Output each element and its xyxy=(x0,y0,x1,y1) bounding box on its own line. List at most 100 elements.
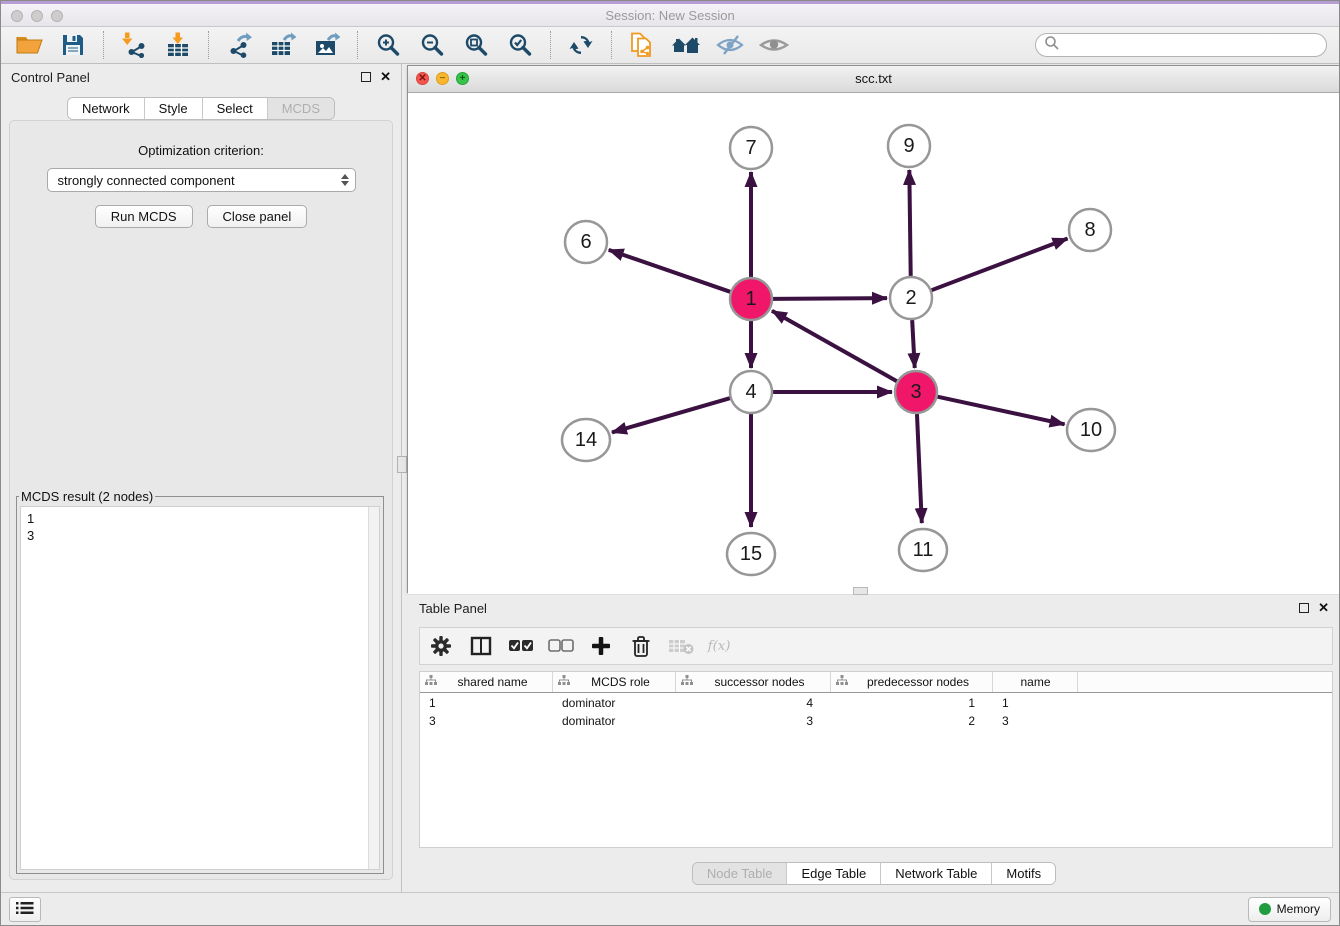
tab-group: Node TableEdge TableNetwork TableMotifs xyxy=(692,862,1056,885)
tree-icon xyxy=(681,675,693,689)
tab-motifs[interactable]: Motifs xyxy=(992,863,1055,884)
graph-node-label-10: 10 xyxy=(1080,419,1102,441)
table-panel-title: Table Panel xyxy=(419,601,1291,616)
column-label: successor nodes xyxy=(693,675,830,689)
float-panel-icon[interactable] xyxy=(361,72,371,82)
export-network-icon[interactable] xyxy=(223,30,255,60)
graph-edge-1-6[interactable] xyxy=(609,250,731,292)
table-panel-header: Table Panel ✕ xyxy=(407,595,1340,621)
window-title: Session: New Session xyxy=(1,8,1339,23)
criterion-dropdown[interactable]: strongly connected component xyxy=(47,168,356,192)
run-mcds-button[interactable]: Run MCDS xyxy=(95,205,193,228)
graph-edge-2-9[interactable] xyxy=(909,170,910,276)
import-table-icon[interactable] xyxy=(162,30,194,60)
tab-edge-table[interactable]: Edge Table xyxy=(787,863,881,884)
graph-node-label-15: 15 xyxy=(740,543,762,565)
status-bar: Memory xyxy=(1,892,1339,925)
tab-network-table[interactable]: Network Table xyxy=(881,863,992,884)
table-row[interactable]: 1dominator411 xyxy=(420,695,1332,711)
open-file-icon[interactable] xyxy=(13,30,45,60)
tab-node-table[interactable]: Node Table xyxy=(693,863,788,884)
save-session-icon[interactable] xyxy=(57,30,89,60)
graph-node-label-9: 9 xyxy=(903,135,914,157)
zoom-fit-icon[interactable] xyxy=(460,30,492,60)
close-table-panel-icon[interactable]: ✕ xyxy=(1318,603,1329,613)
column-view-icon[interactable] xyxy=(466,631,496,661)
mcds-result-area[interactable]: 1 3 xyxy=(20,506,380,870)
network-window-title: scc.txt xyxy=(408,71,1339,86)
graph-edge-3-11[interactable] xyxy=(917,414,922,523)
column-header-shared-name[interactable]: shared name xyxy=(420,672,553,692)
tab-group: NetworkStyleSelectMCDS xyxy=(67,97,335,120)
network-view-window: ✕ − + scc.txt 7968124314101511 xyxy=(407,65,1340,593)
vertical-splitter-handle[interactable] xyxy=(397,456,407,473)
table-panel-tabs: Node TableEdge TableNetwork TableMotifs xyxy=(407,862,1340,885)
delete-icon[interactable] xyxy=(626,631,656,661)
table-cell[interactable]: dominator xyxy=(553,714,676,728)
tab-mcds[interactable]: MCDS xyxy=(268,98,334,119)
toolbar-separator xyxy=(103,31,104,59)
import-network-icon[interactable] xyxy=(118,30,150,60)
memory-button[interactable]: Memory xyxy=(1248,897,1331,922)
horizontal-splitter-handle[interactable] xyxy=(853,587,868,595)
graph-edge-3-1[interactable] xyxy=(772,311,897,381)
task-list-button[interactable] xyxy=(9,897,41,922)
select-all-icon[interactable] xyxy=(506,631,536,661)
table-cell[interactable]: 1 xyxy=(993,696,1078,710)
graph-node-label-6: 6 xyxy=(580,231,591,253)
column-header-MCDS-role[interactable]: MCDS role xyxy=(553,672,676,692)
table-cell[interactable]: 1 xyxy=(831,696,993,710)
show-eye-icon[interactable] xyxy=(758,30,790,60)
search-box[interactable] xyxy=(1035,33,1327,57)
table-cell[interactable]: 3 xyxy=(676,714,831,728)
tab-network[interactable]: Network xyxy=(68,98,145,119)
network-file-icon[interactable] xyxy=(626,30,658,60)
column-label: predecessor nodes xyxy=(848,675,992,689)
deselect-all-icon[interactable] xyxy=(546,631,576,661)
memory-status-icon xyxy=(1259,903,1271,915)
network-graph[interactable]: 7968124314101511 xyxy=(408,93,1339,593)
table-cell[interactable]: 1 xyxy=(420,696,553,710)
graph-edge-2-8[interactable] xyxy=(932,239,1068,291)
column-label: shared name xyxy=(437,675,552,689)
home-icon[interactable] xyxy=(670,30,702,60)
criterion-value: strongly connected component xyxy=(58,173,341,188)
network-canvas[interactable]: 7968124314101511 xyxy=(408,93,1339,594)
tab-select[interactable]: Select xyxy=(203,98,268,119)
table-cell[interactable]: 3 xyxy=(420,714,553,728)
float-table-panel-icon[interactable] xyxy=(1299,603,1309,613)
table-cell[interactable]: dominator xyxy=(553,696,676,710)
graph-edge-2-3[interactable] xyxy=(912,320,915,368)
zoom-selected-icon[interactable] xyxy=(504,30,536,60)
zoom-in-icon[interactable] xyxy=(372,30,404,60)
hide-eye-icon[interactable] xyxy=(714,30,746,60)
toolbar-separator xyxy=(357,31,358,59)
tab-style[interactable]: Style xyxy=(145,98,203,119)
graph-edge-4-14[interactable] xyxy=(612,398,730,432)
table-cell[interactable]: 3 xyxy=(993,714,1078,728)
toolbar-separator xyxy=(208,31,209,59)
column-label: name xyxy=(998,675,1077,689)
column-header-predecessor-nodes[interactable]: predecessor nodes xyxy=(831,672,993,692)
memory-label: Memory xyxy=(1277,902,1320,916)
graph-edge-1-2[interactable] xyxy=(773,298,887,299)
control-panel-header: Control Panel ✕ xyxy=(1,64,401,90)
column-header-successor-nodes[interactable]: successor nodes xyxy=(676,672,831,692)
network-window-titlebar[interactable]: ✕ − + scc.txt xyxy=(408,66,1339,93)
table-row[interactable]: 3dominator323 xyxy=(420,713,1332,729)
table-cell[interactable]: 4 xyxy=(676,696,831,710)
zoom-out-icon[interactable] xyxy=(416,30,448,60)
search-input[interactable] xyxy=(1065,37,1318,53)
close-panel-button[interactable]: Close panel xyxy=(207,205,308,228)
close-panel-icon[interactable]: ✕ xyxy=(380,72,391,82)
column-header-name[interactable]: name xyxy=(993,672,1078,692)
gear-icon[interactable] xyxy=(426,631,456,661)
refresh-icon[interactable] xyxy=(565,30,597,60)
table-cell[interactable]: 2 xyxy=(831,714,993,728)
search-icon xyxy=(1044,35,1060,56)
export-image-icon[interactable] xyxy=(311,30,343,60)
graph-edge-3-10[interactable] xyxy=(937,397,1064,425)
mcds-scrollbar[interactable] xyxy=(368,507,379,869)
export-table-icon[interactable] xyxy=(267,30,299,60)
add-icon[interactable] xyxy=(586,631,616,661)
